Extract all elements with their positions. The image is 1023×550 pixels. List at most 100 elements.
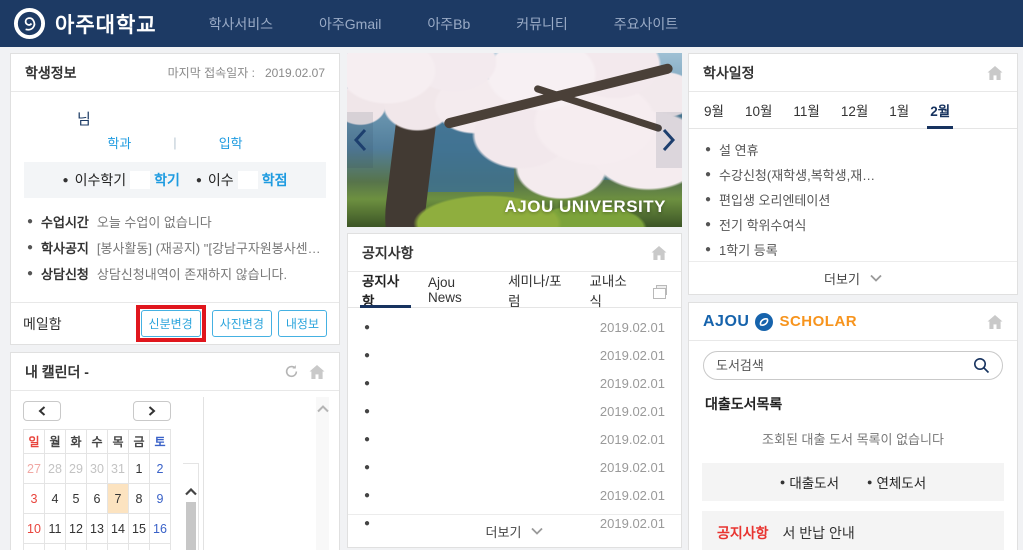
university-logo[interactable]: 아주대학교	[0, 7, 157, 40]
menu-item-academic-services[interactable]: 학사서비스	[209, 14, 273, 34]
notice-list-item[interactable]: ●2019.02.01	[364, 341, 665, 369]
tab-notices[interactable]: 공지사항	[362, 272, 409, 307]
calendar-day[interactable]: 3	[24, 484, 45, 514]
notice-list-item[interactable]: ●2019.02.01	[364, 425, 665, 453]
highlight-annotation-box: 신분변경	[136, 305, 206, 342]
campus-photo-carousel: AJOU UNIVERSITY	[347, 53, 682, 227]
credit-stats-box: ● 이수학기 학기 ● 이수 학점	[24, 162, 326, 198]
scrollbar-thumb[interactable]	[186, 502, 196, 550]
refresh-icon[interactable]	[284, 364, 299, 379]
month-tab-jan[interactable]: 1월	[889, 92, 909, 128]
academic-notice-value[interactable]: [봉사활동] (재공지) "[강남구자원봉사센터]…	[97, 238, 323, 257]
calendar-day[interactable]: 14	[108, 514, 129, 544]
calendar-day[interactable]: 29	[66, 454, 87, 484]
dept-link[interactable]: 학과	[107, 133, 131, 152]
carousel-next-button[interactable]	[656, 112, 682, 168]
calendar-day[interactable]: 6	[87, 484, 108, 514]
bullet-icon: ●	[27, 268, 33, 279]
library-notice-row[interactable]: 공지사항 서 반납 안내	[702, 511, 1004, 550]
calendar-day[interactable]: 30	[87, 454, 108, 484]
schedule-item[interactable]: ●1학기 등록	[705, 237, 1001, 262]
month-tab-nov[interactable]: 11월	[793, 92, 819, 128]
calendar-day[interactable]: 19	[66, 544, 87, 550]
notice-more-button[interactable]: 더보기	[348, 514, 681, 547]
calendar-day[interactable]: 15	[129, 514, 150, 544]
book-search-input[interactable]	[716, 358, 973, 373]
month-tab-feb[interactable]: 2월	[930, 92, 950, 128]
calendar-day[interactable]: 12	[66, 514, 87, 544]
change-status-button[interactable]: 신분변경	[141, 310, 201, 337]
calendar-day[interactable]: 18	[45, 544, 66, 550]
notice-date: 2019.02.01	[600, 320, 665, 335]
notice-list-item[interactable]: ● 2019.02.01	[364, 313, 665, 341]
calendar-week-row: 3 4 5 6 7 8 9	[24, 484, 171, 514]
calendar-day[interactable]: 23	[150, 544, 171, 550]
menu-item-ajou-gmail[interactable]: 아주Gmail	[319, 14, 381, 34]
mailbox-link[interactable]: 메일함	[23, 314, 62, 334]
month-tab-dec[interactable]: 12월	[841, 92, 868, 128]
semesters-unit[interactable]: 학기	[154, 170, 180, 190]
overdue-books-link[interactable]: ● 연체도서	[867, 472, 926, 492]
schedule-item[interactable]: ●편입생 오리엔테이션	[705, 187, 1001, 212]
schedule-item[interactable]: ●수강신청(재학생,복학생,재…	[705, 162, 1001, 187]
calendar-day[interactable]: 20	[87, 544, 108, 550]
calendar-day[interactable]: 1	[129, 454, 150, 484]
my-info-button[interactable]: 내정보	[278, 310, 327, 337]
menu-item-major-sites[interactable]: 주요사이트	[614, 14, 678, 34]
scroll-up-icon[interactable]	[185, 488, 197, 496]
schedule-item[interactable]: ●설 연휴	[705, 137, 1001, 162]
tab-campus-news[interactable]: 교내소식	[590, 272, 637, 307]
home-icon[interactable]	[987, 315, 1003, 329]
credits-unit[interactable]: 학점	[262, 170, 288, 190]
calendar-day[interactable]: 4	[45, 484, 66, 514]
calendar-day-today[interactable]: 7	[108, 484, 129, 514]
scholar-logo-text: SCHOLAR	[779, 313, 857, 330]
profile-buttons: 신분변경 사진변경 내정보	[136, 305, 327, 342]
open-window-icon[interactable]	[656, 285, 667, 295]
academic-notice-row[interactable]: ● 학사공지 [봉사활동] (재공지) "[강남구자원봉사센터]…	[27, 234, 323, 260]
calendar-day[interactable]: 8	[129, 484, 150, 514]
notice-date: 2019.02.01	[600, 376, 665, 391]
notice-list-item[interactable]: ●2019.02.01	[364, 481, 665, 509]
calendar-day[interactable]: 21	[108, 544, 129, 550]
notice-list-item[interactable]: ●2019.02.01	[364, 397, 665, 425]
borrowed-books-link[interactable]: ● 대출도서	[780, 472, 839, 492]
schedule-item[interactable]: ●전기 학위수여식	[705, 212, 1001, 237]
carousel-prev-button[interactable]	[347, 112, 373, 168]
calendar-next-button[interactable]	[133, 401, 171, 421]
tab-ajou-news[interactable]: Ajou News	[428, 272, 489, 307]
notice-list-item[interactable]: ●2019.02.01	[364, 369, 665, 397]
bullet-icon: ●	[364, 322, 370, 333]
calendar-day[interactable]: 22	[129, 544, 150, 550]
calendar-day[interactable]: 13	[87, 514, 108, 544]
calendar-prev-button[interactable]	[23, 401, 61, 421]
tab-seminar-forum[interactable]: 세미나/포럼	[508, 272, 570, 307]
search-icon[interactable]	[973, 357, 990, 374]
change-photo-button[interactable]: 사진변경	[212, 310, 272, 337]
calendar-day[interactable]: 2	[150, 454, 171, 484]
admission-link[interactable]: 입학	[219, 133, 243, 152]
calendar-day[interactable]: 11	[45, 514, 66, 544]
calendar-day[interactable]: 27	[24, 454, 45, 484]
calendar-day[interactable]: 9	[150, 484, 171, 514]
panel-scrollbar[interactable]	[316, 397, 329, 550]
calendar-day[interactable]: 16	[150, 514, 171, 544]
home-icon[interactable]	[987, 66, 1003, 80]
ajou-scholar-logo[interactable]: AJOU SCHOLAR	[703, 312, 857, 332]
bullet-icon: ●	[364, 490, 370, 501]
home-icon[interactable]	[651, 246, 667, 260]
calendar-day-header-row: 일 월 화 수 목 금 토	[24, 430, 171, 454]
schedule-more-button[interactable]: 더보기	[689, 261, 1017, 294]
menu-item-community[interactable]: 커뮤니티	[516, 14, 568, 34]
home-icon[interactable]	[309, 365, 325, 379]
calendar-day[interactable]: 28	[45, 454, 66, 484]
calendar-scrollbar[interactable]	[183, 463, 199, 550]
calendar-day[interactable]: 17	[24, 544, 45, 550]
notice-list-item[interactable]: ●2019.02.01	[364, 453, 665, 481]
month-tab-oct[interactable]: 10월	[745, 92, 772, 128]
menu-item-ajou-bb[interactable]: 아주Bb	[427, 14, 470, 34]
calendar-day[interactable]: 10	[24, 514, 45, 544]
calendar-day[interactable]: 31	[108, 454, 129, 484]
calendar-day[interactable]: 5	[66, 484, 87, 514]
month-tab-sep[interactable]: 9월	[704, 92, 724, 128]
